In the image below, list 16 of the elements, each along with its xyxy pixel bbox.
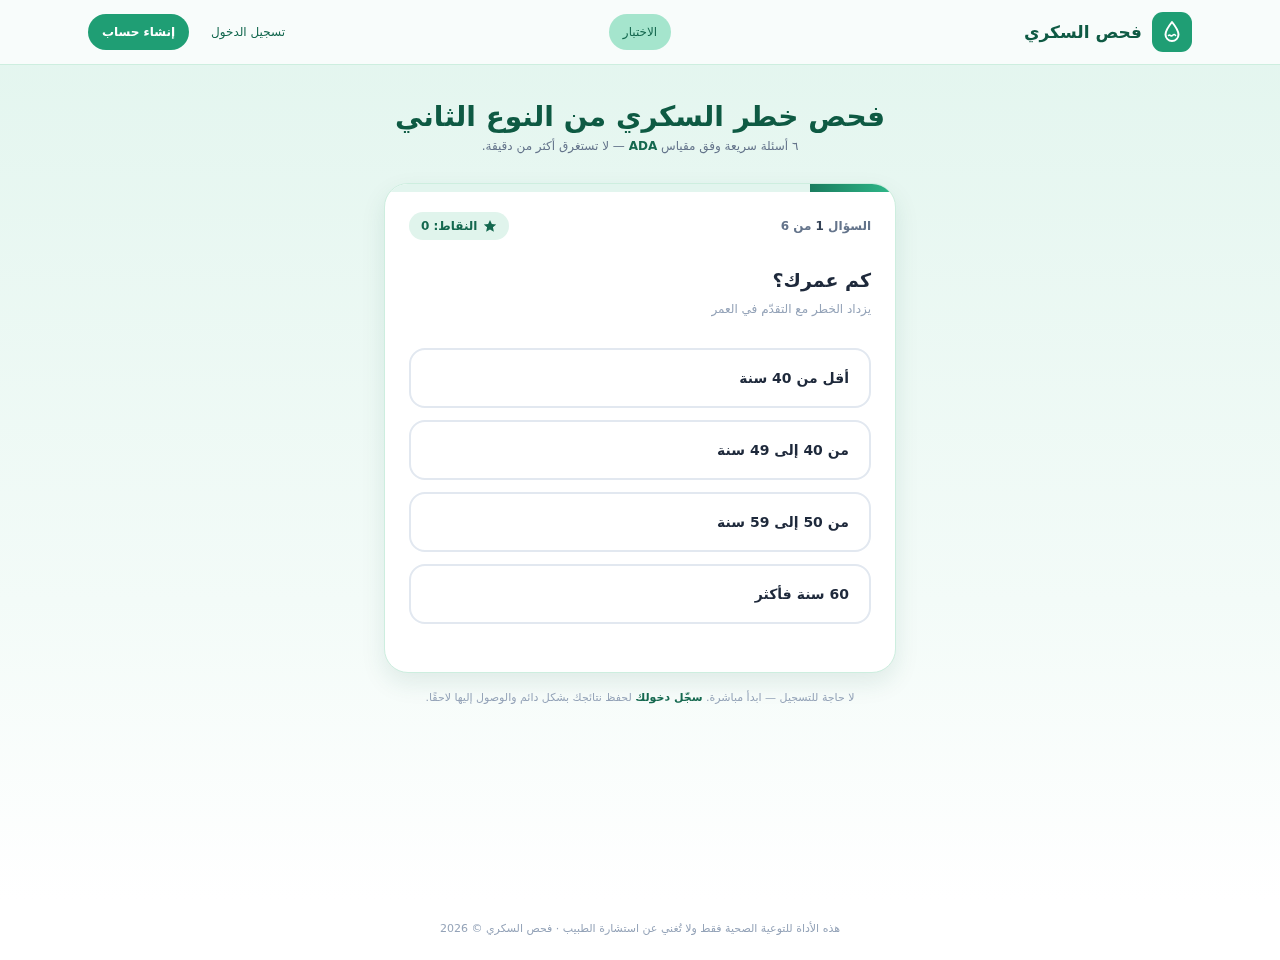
brand-name: فحص السكري [1023,22,1142,42]
star-icon [483,219,498,233]
nav-tab[interactable]: الاختبار [608,14,672,50]
answer-option[interactable]: من 40 إلى 49 سنة [409,420,871,480]
answer-option[interactable]: 60 سنة فأكثر [409,564,871,624]
score-text: النقاط: 0 [421,219,478,233]
drop-icon [1152,12,1192,52]
question-title: كم عمرك؟ [771,268,871,294]
answer-option[interactable]: أقل من 40 سنة [409,348,871,408]
page-title: فحص خطر السكري من النوع الثاني [395,99,885,135]
footer-text: هذه الأداة للتوعية الصحية فقط ولا تُغني عن استشارة الطبيب · فحص السكري © 2026 [440,922,840,935]
login-link[interactable]: سجّل دخولك [635,691,703,704]
question-hint: يزداد الخطر مع التقدّم في العمر [710,302,871,316]
signup-note: لا حاجة للتسجيل — ابدأ مباشرة. سجّل دخولك لحفظ نتائجك بشكل دائم والوصول إليها لاحقًا. [425,691,855,704]
answer-option[interactable]: من 50 إلى 59 سنة [409,492,871,552]
login-link[interactable]: تسجيل الدخول [211,25,286,39]
